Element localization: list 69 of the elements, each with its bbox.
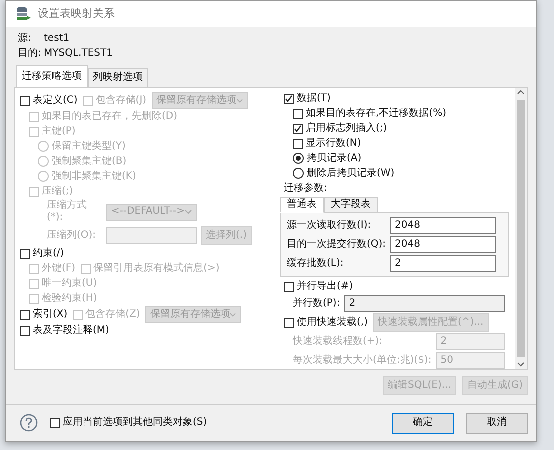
checkbox[interactable]: [20, 310, 30, 320]
dialog-button[interactable]: 确定: [392, 412, 454, 434]
input-field[interactable]: 2048: [390, 217, 496, 234]
input-field[interactable]: 2048: [390, 236, 496, 253]
options-tab[interactable]: 列映射选项: [88, 68, 148, 87]
checkbox-label: 如果目的表已存在，先删除(D): [42, 110, 178, 122]
radio-label: 删除后拷贝记录(W): [307, 168, 395, 180]
checkbox-label: 启用标志列插入(;): [306, 122, 388, 134]
checkbox[interactable]: [293, 124, 303, 134]
table-type-tab[interactable]: 普通表: [280, 197, 324, 213]
field-label: 压缩列(O):: [47, 230, 98, 242]
checkbox-label: 显示行数(N): [306, 138, 362, 150]
radio-button[interactable]: [293, 153, 304, 164]
checkbox[interactable]: [293, 138, 303, 148]
field-label: 每次装载最大大小(单位:兆)($):: [293, 354, 432, 366]
checkbox-label: 数据(T): [297, 92, 331, 104]
table-type-tab[interactable]: 大字段表: [324, 197, 378, 212]
section-label: 迁移参数:: [284, 182, 328, 194]
input-field[interactable]: 2: [390, 255, 496, 272]
checkbox-label: 检验约束(H): [42, 292, 98, 304]
checkbox[interactable]: [284, 282, 294, 292]
field-label: 快速装载线程数(+):: [293, 336, 384, 348]
checkbox[interactable]: [284, 318, 294, 328]
scrollbar[interactable]: [515, 88, 527, 369]
info-value: test1: [44, 33, 71, 45]
options-tab[interactable]: 迁移策略选项: [16, 65, 88, 87]
checkbox-label: 表定义(C): [33, 94, 78, 106]
checkbox-label: 表及字段注释(M): [33, 324, 110, 336]
checkbox-label: 并行导出(#): [297, 280, 354, 292]
scroll-thumb[interactable]: [517, 100, 525, 357]
radio-label: 拷贝记录(A): [307, 152, 362, 164]
checkbox[interactable]: [284, 94, 294, 104]
radio-label: 强制非聚集主键(K): [52, 170, 136, 182]
checkbox-label: 包含存储(Z): [86, 308, 140, 320]
field-label: 缓存批数(L):: [287, 258, 345, 270]
radio-button[interactable]: [293, 168, 304, 179]
caret-icon: [236, 98, 243, 102]
field-label: 源一次读取行数(I):: [287, 220, 372, 232]
checkbox-label: 压缩(;): [42, 186, 74, 198]
checkbox-label: 唯一约束(U): [42, 278, 98, 290]
field-label: 目的一次提交行数(Q):: [287, 238, 386, 250]
window-title: 设置表映射关系: [38, 8, 115, 20]
checkbox-label: 应用当前选项到其他同类对象(S): [63, 417, 208, 429]
info-label: 目的:: [18, 48, 42, 60]
field-label: 并行数(P):: [293, 298, 340, 310]
checkbox-label: 主键(P): [42, 126, 76, 138]
caret-icon: [185, 210, 192, 214]
checkbox[interactable]: [20, 326, 30, 336]
help-icon[interactable]: [20, 414, 38, 432]
checkbox[interactable]: [293, 108, 303, 118]
checkbox[interactable]: [20, 248, 30, 258]
checkbox-label: 保留引用表原有模式信息(>): [94, 262, 220, 274]
info-value: MYSQL.TEST1: [44, 48, 113, 60]
checkbox[interactable]: [20, 96, 30, 106]
database-icon: [16, 6, 32, 22]
caret-icon: [230, 312, 236, 316]
input-field[interactable]: 2: [344, 295, 505, 312]
checkbox-label: 包含存储(J): [96, 94, 147, 106]
checkbox-label: 约束(/): [33, 248, 64, 260]
radio-label: 保留主键类型(Y): [52, 140, 126, 152]
field-label: 压缩方式(*):: [47, 200, 88, 224]
dialog-button[interactable]: 取消: [466, 412, 528, 434]
info-label: 源:: [18, 33, 32, 45]
checkbox-label: 使用快速装载(,): [297, 316, 368, 328]
checkbox[interactable]: [50, 418, 60, 428]
radio-label: 强制聚集主键(B): [52, 156, 127, 168]
checkbox-label: 如果目的表存在,不迁移数据(%): [306, 108, 446, 120]
checkbox-label: 外键(F): [42, 262, 76, 274]
checkbox-label: 索引(X): [33, 308, 68, 320]
